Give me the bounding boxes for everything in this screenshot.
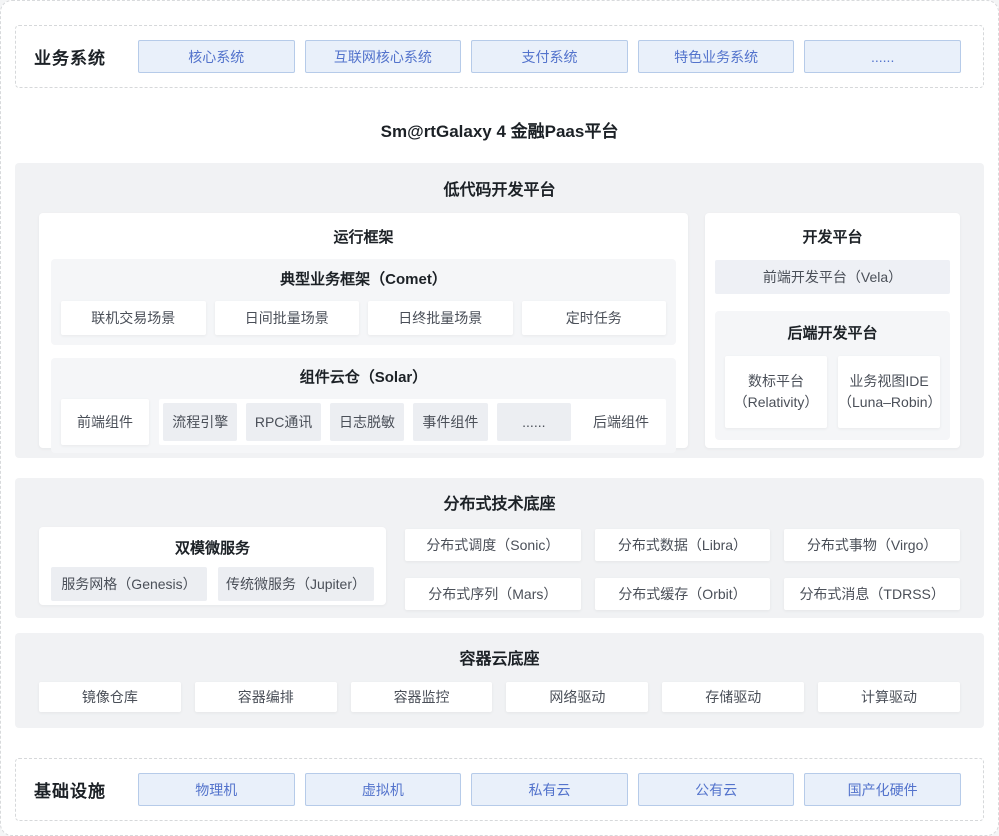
lowcode-section-title: 低代码开发平台 — [39, 176, 960, 200]
solar-item-more: ...... — [497, 403, 571, 441]
frontend-dev-platform-vela: 前端开发平台（Vela） — [715, 260, 950, 294]
container-item-storage-driver: 存储驱动 — [662, 682, 804, 712]
infrastructure-items: 物理机 虚拟机 私有云 公有云 国产化硬件 — [138, 773, 961, 806]
solar-subcard: 组件云仓（Solar） 前端组件 流程引擎 RPC通讯 日志脱敏 事件组件 ..… — [51, 358, 676, 453]
backend-item-relativity: 数标平台 （Relativity） — [725, 356, 827, 428]
comet-item-eod-batch: 日终批量场景 — [368, 301, 513, 335]
business-system-payment: 支付系统 — [471, 40, 628, 73]
container-item-orchestration: 容器编排 — [195, 682, 337, 712]
distributed-body: 双模微服务 服务网格（Genesis） 传统微服务（Jupiter） 分布式调度… — [39, 527, 960, 610]
business-system-internet-core: 互联网核心系统 — [305, 40, 462, 73]
infra-item-physical-machine: 物理机 — [138, 773, 295, 806]
solar-title: 组件云仓（Solar） — [61, 366, 666, 387]
comet-items: 联机交易场景 日间批量场景 日终批量场景 定时任务 — [61, 301, 666, 335]
dual-mode-genesis: 服务网格（Genesis） — [51, 567, 207, 601]
dual-mode-microservice-card: 双模微服务 服务网格（Genesis） 传统微服务（Jupiter） — [39, 527, 386, 605]
backend-item-luna-robin-code: （Luna–Robin） — [838, 392, 940, 413]
container-item-compute-driver: 计算驱动 — [818, 682, 960, 712]
container-cloud-items: 镜像仓库 容器编排 容器监控 网络驱动 存储驱动 计算驱动 — [39, 682, 960, 712]
business-systems-items: 核心系统 互联网核心系统 支付系统 特色业务系统 ...... — [138, 40, 961, 73]
dist-service-orbit: 分布式缓存（Orbit） — [595, 578, 771, 610]
dual-mode-title: 双模微服务 — [51, 537, 374, 558]
lowcode-body: 运行框架 典型业务框架（Comet） 联机交易场景 日间批量场景 日终批量场景 … — [39, 213, 960, 448]
backend-item-luna-robin-name: 业务视图IDE — [849, 371, 928, 392]
dev-platform-card: 开发平台 前端开发平台（Vela） 后端开发平台 数标平台 （Relativit… — [705, 213, 960, 448]
infrastructure-row: 基础设施 物理机 虚拟机 私有云 公有云 国产化硬件 — [15, 758, 984, 821]
infrastructure-label: 基础设施 — [34, 777, 138, 802]
comet-title: 典型业务框架（Comet） — [61, 268, 666, 289]
comet-item-intraday-batch: 日间批量场景 — [215, 301, 360, 335]
solar-frontend-components: 前端组件 — [61, 399, 149, 445]
solar-middle-strip: 流程引擎 RPC通讯 日志脱敏 事件组件 ...... 后端组件 — [159, 399, 666, 445]
comet-item-scheduled-task: 定时任务 — [522, 301, 667, 335]
dual-mode-jupiter: 传统微服务（Jupiter） — [218, 567, 374, 601]
solar-item-rpc: RPC通讯 — [246, 403, 320, 441]
dist-service-libra: 分布式数据（Libra） — [595, 529, 771, 561]
dist-service-mars: 分布式序列（Mars） — [405, 578, 581, 610]
business-system-core: 核心系统 — [138, 40, 295, 73]
business-system-special: 特色业务系统 — [638, 40, 795, 73]
infra-item-domestic-hardware: 国产化硬件 — [804, 773, 961, 806]
solar-item-event-components: 事件组件 — [413, 403, 487, 441]
infra-item-virtual-machine: 虚拟机 — [305, 773, 462, 806]
container-item-image-registry: 镜像仓库 — [39, 682, 181, 712]
solar-backend-components: 后端组件 — [580, 412, 662, 432]
solar-item-log-masking: 日志脱敏 — [330, 403, 404, 441]
business-system-more: ...... — [804, 40, 961, 73]
runtime-framework-title: 运行框架 — [51, 226, 676, 247]
container-item-monitoring: 容器监控 — [351, 682, 493, 712]
business-systems-label: 业务系统 — [34, 44, 138, 69]
architecture-diagram-page: 业务系统 核心系统 互联网核心系统 支付系统 特色业务系统 ...... Sm@… — [0, 0, 999, 836]
distributed-section: 分布式技术底座 双模微服务 服务网格（Genesis） 传统微服务（Jupite… — [15, 478, 984, 618]
solar-items: 前端组件 流程引擎 RPC通讯 日志脱敏 事件组件 ...... 后端组件 — [61, 399, 666, 445]
backend-dev-title: 后端开发平台 — [725, 322, 940, 343]
dist-service-tdrss: 分布式消息（TDRSS） — [784, 578, 960, 610]
backend-dev-items: 数标平台 （Relativity） 业务视图IDE （Luna–Robin） — [725, 356, 940, 428]
container-cloud-section: 容器云底座 镜像仓库 容器编排 容器监控 网络驱动 存储驱动 计算驱动 — [15, 633, 984, 728]
platform-title: Sm@rtGalaxy 4 金融Paas平台 — [1, 117, 998, 142]
lowcode-section: 低代码开发平台 运行框架 典型业务框架（Comet） 联机交易场景 日间批量场景… — [15, 163, 984, 458]
runtime-framework-card: 运行框架 典型业务框架（Comet） 联机交易场景 日间批量场景 日终批量场景 … — [39, 213, 688, 448]
backend-item-relativity-name: 数标平台 — [748, 371, 804, 392]
dev-platform-title: 开发平台 — [715, 226, 950, 247]
backend-dev-subcard: 后端开发平台 数标平台 （Relativity） 业务视图IDE （Luna–R… — [715, 311, 950, 440]
dual-mode-items: 服务网格（Genesis） 传统微服务（Jupiter） — [51, 567, 374, 601]
comet-item-online-trading: 联机交易场景 — [61, 301, 206, 335]
backend-item-relativity-code: （Relativity） — [734, 392, 819, 413]
distributed-services-grid: 分布式调度（Sonic） 分布式数据（Libra） 分布式事物（Virgo） 分… — [405, 527, 960, 610]
backend-item-luna-robin: 业务视图IDE （Luna–Robin） — [838, 356, 940, 428]
dist-service-virgo: 分布式事物（Virgo） — [784, 529, 960, 561]
comet-subcard: 典型业务框架（Comet） 联机交易场景 日间批量场景 日终批量场景 定时任务 — [51, 259, 676, 345]
container-item-network-driver: 网络驱动 — [506, 682, 648, 712]
solar-item-process-engine: 流程引擎 — [163, 403, 237, 441]
distributed-section-title: 分布式技术底座 — [39, 490, 960, 514]
business-systems-row: 业务系统 核心系统 互联网核心系统 支付系统 特色业务系统 ...... — [15, 25, 984, 88]
infra-item-private-cloud: 私有云 — [471, 773, 628, 806]
infra-item-public-cloud: 公有云 — [638, 773, 795, 806]
container-cloud-title: 容器云底座 — [39, 645, 960, 669]
dist-service-sonic: 分布式调度（Sonic） — [405, 529, 581, 561]
